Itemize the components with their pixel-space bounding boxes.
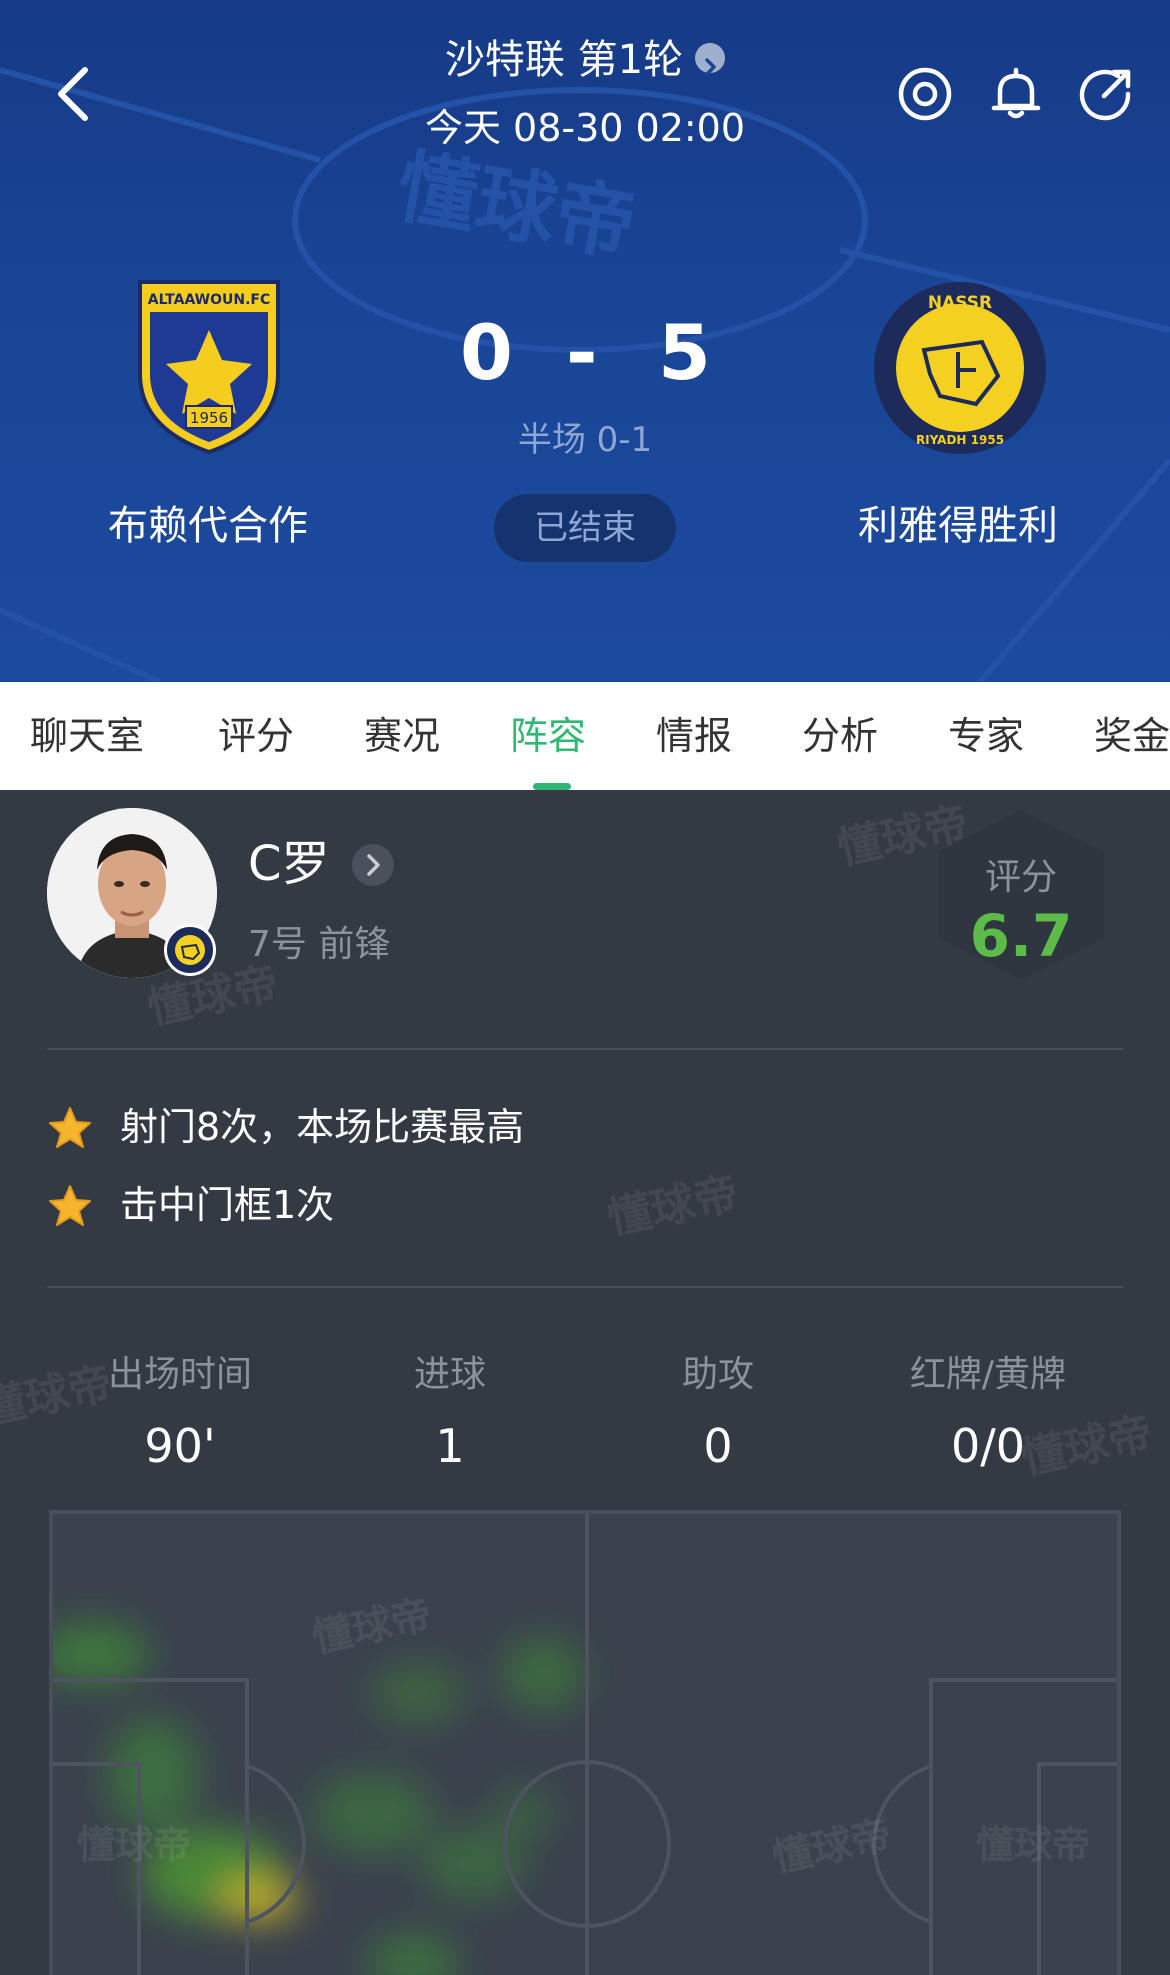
stat-label: 红牌/黄牌	[909, 1354, 1067, 1395]
target-icon[interactable]	[897, 66, 953, 122]
svg-text:懂球帝: 懂球帝	[390, 140, 643, 273]
player-rating-box: 评分 6.7	[926, 806, 1116, 984]
tab-lineup[interactable]: 阵容	[510, 712, 586, 760]
player-team-badge	[164, 924, 216, 976]
bell-icon[interactable]	[988, 66, 1044, 122]
svg-text:懂球帝: 懂球帝	[308, 1592, 435, 1662]
svg-text:懂球帝: 懂球帝	[976, 1823, 1090, 1867]
stat-minutes: 出场时间 90'	[50, 1352, 310, 1476]
stat-value: 0	[703, 1419, 733, 1473]
rating-value: 6.7	[969, 902, 1073, 970]
score-separator: -	[566, 308, 598, 397]
pitch-markings: 懂球帝 懂球帝 懂球帝 懂球帝	[53, 1514, 1117, 1975]
star-icon	[49, 1185, 91, 1226]
divider	[47, 1048, 1123, 1050]
svg-text:ALTAAWOUN.FC: ALTAAWOUN.FC	[148, 292, 271, 308]
player-detail-chevron-icon[interactable]	[352, 844, 394, 886]
highlight-text: 射门8次，本场比赛最高	[120, 1105, 525, 1149]
chevron-right-icon	[695, 43, 726, 76]
stat-label: 出场时间	[107, 1354, 252, 1395]
away-team-logo[interactable]: NASSR RIYADH 1955	[872, 280, 1048, 456]
star-icon	[49, 1107, 91, 1148]
league-round-label: 沙特联 第1轮	[444, 37, 684, 83]
stat-goals: 进球 1	[320, 1352, 580, 1476]
tab-bar: 聊天室 评分 赛况 阵容 情报 分析 专家 奖金	[0, 682, 1170, 790]
watermark: 懂球帝	[603, 1167, 743, 1246]
tab-chat[interactable]: 聊天室	[30, 712, 144, 760]
home-score: 0	[460, 308, 513, 397]
divider	[47, 1286, 1123, 1288]
player-name[interactable]: C罗	[248, 834, 330, 894]
rating-label: 评分	[984, 857, 1057, 898]
tab-live[interactable]: 赛况	[364, 712, 440, 760]
svg-text:RIYADH 1955: RIYADH 1955	[916, 433, 1004, 447]
stat-label: 进球	[413, 1354, 486, 1395]
tab-analysis[interactable]: 分析	[802, 712, 878, 760]
share-icon[interactable]	[1078, 66, 1134, 122]
heatmap-layer	[53, 1624, 583, 1975]
stat-cards: 红牌/黄牌 0/0	[858, 1352, 1118, 1476]
tab-intel[interactable]: 情报	[656, 712, 732, 760]
away-team-name[interactable]: 利雅得胜利	[798, 498, 1118, 554]
tab-rating[interactable]: 评分	[218, 712, 294, 760]
heatmap-pitch: 懂球帝 懂球帝 懂球帝 懂球帝	[49, 1510, 1121, 1975]
svg-text:NASSR: NASSR	[928, 293, 992, 313]
stat-value: 0/0	[950, 1419, 1026, 1473]
tab-prize[interactable]: 奖金	[1094, 712, 1170, 760]
away-score: 5	[658, 308, 711, 397]
highlight-text: 击中门框1次	[120, 1183, 335, 1227]
player-number-position: 7号 前锋	[248, 924, 391, 965]
stat-assists: 助攻 0	[588, 1352, 848, 1476]
active-tab-indicator	[533, 783, 571, 790]
stat-value: 90'	[144, 1419, 216, 1473]
match-header: 懂球帝 沙特联 第1轮 今天 08-30 02:00 1956 ALTAAWOU…	[0, 0, 1170, 682]
svg-text:懂球帝: 懂球帝	[77, 1823, 191, 1867]
stat-value: 1	[435, 1419, 465, 1473]
home-team-name[interactable]: 布赖代合作	[48, 498, 368, 554]
svg-text:懂球帝: 懂球帝	[768, 1812, 895, 1882]
match-status-badge: 已结束	[494, 494, 676, 562]
stat-label: 助攻	[681, 1354, 754, 1395]
tab-experts[interactable]: 专家	[948, 712, 1024, 760]
